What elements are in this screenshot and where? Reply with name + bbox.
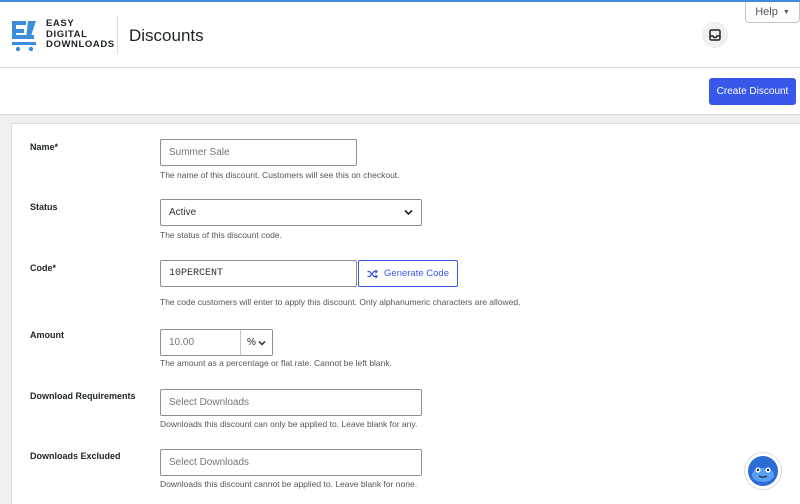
inbox-icon xyxy=(709,29,721,41)
header-bar: EASY DIGITAL DOWNLOADS Discounts xyxy=(0,2,800,68)
help-label: Help xyxy=(755,6,778,18)
name-label: Name* xyxy=(30,142,59,152)
download-requirements-placeholder: Select Downloads xyxy=(169,397,250,408)
download-requirements-description: Downloads this discount can only be appl… xyxy=(160,419,418,429)
code-description: The code customers will enter to apply t… xyxy=(160,297,521,307)
help-button[interactable]: Help ▼ xyxy=(745,2,800,23)
status-select[interactable]: Active xyxy=(160,199,422,226)
downloads-excluded-placeholder: Select Downloads xyxy=(169,457,250,468)
name-description: The name of this discount. Customers wil… xyxy=(160,170,400,180)
amount-type-value: % xyxy=(247,337,256,348)
generate-code-label: Generate Code xyxy=(384,268,449,279)
inbox-button[interactable] xyxy=(702,22,728,48)
name-input[interactable]: Summer Sale xyxy=(160,139,357,166)
downloads-excluded-select[interactable]: Select Downloads xyxy=(160,449,422,476)
status-selected: Active xyxy=(169,207,197,218)
amount-placeholder: 10.00 xyxy=(169,337,195,348)
edd-logo-icon xyxy=(12,21,36,52)
amount-label: Amount xyxy=(30,330,64,340)
status-description: The status of this discount code. xyxy=(160,230,282,240)
discount-form: Name* Summer Sale The name of this disco… xyxy=(11,123,800,504)
caret-down-icon: ▼ xyxy=(782,8,790,16)
create-discount-button[interactable]: Create Discount xyxy=(709,78,796,105)
code-label: Code* xyxy=(30,263,57,273)
mascot-avatar-icon xyxy=(748,456,778,486)
status-label: Status xyxy=(30,202,58,212)
action-bar: Create Discount xyxy=(0,68,800,115)
generate-code-button[interactable]: Generate Code xyxy=(358,260,458,287)
chevron-down-icon xyxy=(404,209,413,216)
amount-description: The amount as a percentage or flat rate.… xyxy=(160,358,393,368)
page-title: Discounts xyxy=(129,26,204,45)
amount-input[interactable]: 10.00 xyxy=(160,329,241,356)
code-value: 10PERCENT xyxy=(169,268,224,279)
downloads-excluded-label: Downloads Excluded xyxy=(30,451,121,461)
brand-wordmark: EASY DIGITAL DOWNLOADS xyxy=(46,18,115,50)
amount-type-select[interactable]: % xyxy=(240,329,273,356)
chevron-down-icon xyxy=(258,340,266,345)
code-input[interactable]: 10PERCENT xyxy=(160,260,357,287)
download-requirements-label: Download Requirements xyxy=(30,391,136,401)
download-requirements-select[interactable]: Select Downloads xyxy=(160,389,422,416)
name-placeholder: Summer Sale xyxy=(169,147,230,158)
help-chat-launcher[interactable] xyxy=(744,452,782,490)
header-divider xyxy=(117,16,118,54)
shuffle-icon xyxy=(367,269,378,278)
downloads-excluded-description: Downloads this discount cannot be applie… xyxy=(160,479,418,489)
